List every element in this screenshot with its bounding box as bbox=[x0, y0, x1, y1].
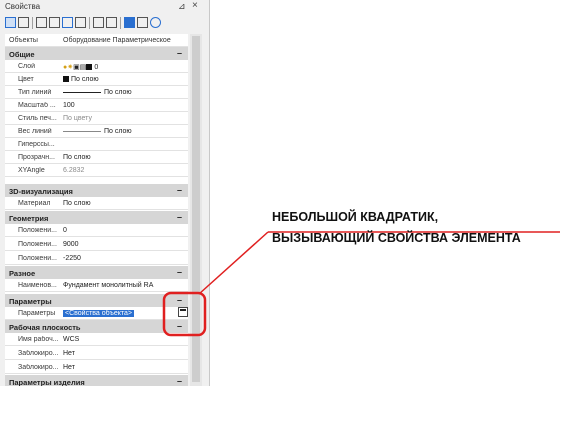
pointer-line bbox=[198, 231, 269, 295]
annotation-line-2: ВЫЗЫВАЮЩИЙ СВОЙСТВА ЭЛЕМЕНТА bbox=[272, 231, 521, 245]
highlight-frame bbox=[162, 291, 207, 337]
annotation-line-1: НЕБОЛЬШОЙ КВАДРАТИК, bbox=[272, 210, 439, 224]
